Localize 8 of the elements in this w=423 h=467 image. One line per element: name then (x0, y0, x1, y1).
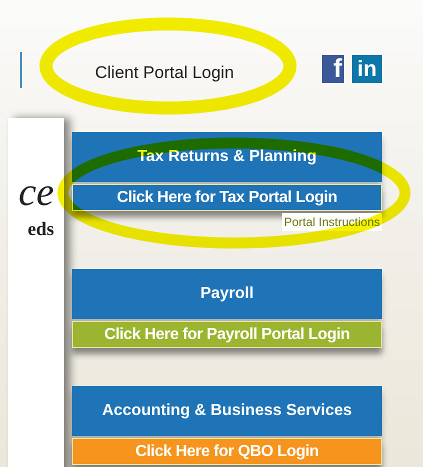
service-header: Payroll (72, 269, 382, 319)
facebook-icon[interactable]: f (322, 55, 344, 83)
linkedin-icon[interactable]: in (352, 55, 382, 83)
text-fragment: eds (28, 218, 54, 242)
service-header: Accounting & Business Services (72, 386, 382, 436)
client-portal-login-link[interactable]: Client Portal Login (95, 60, 234, 86)
login-button[interactable]: Click Here for Tax Portal Login (72, 184, 382, 211)
heading-fragment: ce (18, 170, 54, 214)
